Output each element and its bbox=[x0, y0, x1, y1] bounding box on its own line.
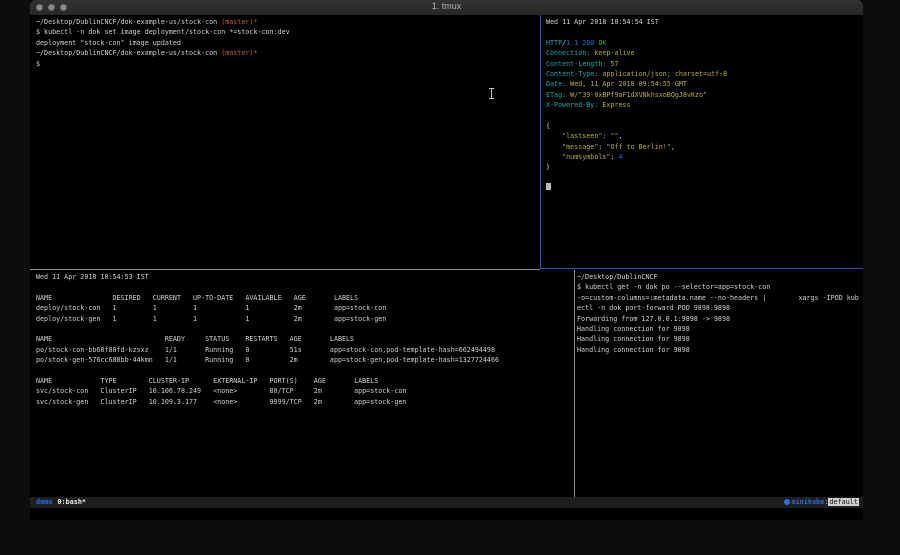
terminal-window: 1. tmux ~/Desktop/DublinCNCF/dok-example… bbox=[30, 0, 863, 520]
terminal-line: Handling connection for 9898 bbox=[577, 324, 863, 334]
pane-bottom-right-port-forward[interactable]: ~/Desktop/DublinCNCF$ kubectl get -n dok… bbox=[575, 272, 863, 355]
terminal-line: Connection: keep-alive bbox=[546, 48, 864, 58]
terminal-line: NAME TYPE CLUSTER-IP EXTERNAL-IP PORT(S)… bbox=[36, 376, 576, 386]
terminal-line: $ kubectl -n dok set image deployment/st… bbox=[36, 27, 545, 37]
terminal-line: Wed 11 Apr 2018 10:54:54 IST bbox=[546, 17, 864, 27]
terminal-line: Date: Wed, 11 Apr 2018 09:54:55 GMT bbox=[546, 79, 864, 89]
terminal-line: Content-Length: 57 bbox=[546, 59, 864, 69]
window-titlebar[interactable]: 1. tmux bbox=[30, 0, 863, 16]
terminal-line: NAME READY STATUS RESTARTS AGE LABELS bbox=[36, 334, 576, 344]
tmux-session: ~/Desktop/DublinCNCF/dok-example-us/stoc… bbox=[30, 15, 863, 520]
terminal-line: "lastseen": "", bbox=[546, 131, 864, 141]
terminal-line bbox=[546, 27, 864, 37]
terminal-line: po/stock-gen-576cc688bb-44kmn 1/1 Runnin… bbox=[36, 355, 576, 365]
pane-divider-vertical-bottom[interactable] bbox=[574, 270, 575, 497]
terminal-line: $ kubectl get -n dok po --selector=app=s… bbox=[577, 282, 863, 292]
pane-divider-horizontal-left[interactable] bbox=[30, 269, 540, 270]
terminal-line: ~/Desktop/DublinCNCF bbox=[577, 272, 863, 282]
tmux-status-bar: demo0:bash* minikube:default bbox=[30, 497, 863, 508]
terminal-line: deploy/stock-gen 1 1 1 1 2m app=stock-ge… bbox=[36, 314, 576, 324]
terminal-line: NAME DESIRED CURRENT UP-TO-DATE AVAILABL… bbox=[36, 293, 576, 303]
terminal-line: svc/stock-con ClusterIP 10.106.78.249 <n… bbox=[36, 386, 576, 396]
session-name[interactable]: demo bbox=[36, 498, 52, 506]
terminal-line bbox=[36, 366, 576, 376]
terminal-line: po/stock-con-bb68f88fd-kzsxz 1/1 Running… bbox=[36, 345, 576, 355]
pane-top-left-shell[interactable]: ~/Desktop/DublinCNCF/dok-example-us/stoc… bbox=[30, 17, 545, 69]
terminal-line: deployment "stock-con" image updated bbox=[36, 38, 545, 48]
pane-divider-horizontal-right[interactable] bbox=[540, 268, 863, 269]
desktop: 1. tmux ~/Desktop/DublinCNCF/dok-example… bbox=[0, 0, 900, 555]
terminal-line: X-Powered-By: Express bbox=[546, 100, 864, 110]
terminal-line: { bbox=[546, 121, 864, 131]
terminal-line: Wed 11 Apr 2018 10:54:53 IST bbox=[36, 272, 576, 282]
terminal-line: -o=custom-columns=:metadata.name --no-he… bbox=[577, 293, 863, 303]
kube-namespace: default bbox=[828, 498, 859, 506]
terminal-line: "message": "Off to Berlin!", bbox=[546, 142, 864, 152]
window-title: 1. tmux bbox=[30, 1, 863, 11]
terminal-line: ~/Desktop/DublinCNCF/dok-example-us/stoc… bbox=[36, 48, 545, 58]
terminal-line: HTTP/1.1 200 OK bbox=[546, 38, 864, 48]
terminal-line: Forwarding from 127.0.0.1:9898 -> 9898 bbox=[577, 314, 863, 324]
kube-context: minikube bbox=[792, 498, 825, 506]
pane-divider-vertical-top[interactable] bbox=[540, 15, 541, 269]
terminal-line: ~/Desktop/DublinCNCF/dok-example-us/stoc… bbox=[36, 17, 545, 27]
terminal-line: ectl -n dok port-forward POD 9898:9898 bbox=[577, 303, 863, 313]
terminal-line: } bbox=[546, 162, 864, 172]
pane-top-right-http-response[interactable]: Wed 11 Apr 2018 10:54:54 IST HTTP/1.1 20… bbox=[541, 17, 864, 194]
terminal-line: Handling connection for 9898 bbox=[577, 334, 863, 344]
terminal-line bbox=[36, 324, 576, 334]
pane-bottom-left-kubectl-watch[interactable]: Wed 11 Apr 2018 10:54:53 IST NAME DESIRE… bbox=[30, 272, 576, 407]
mouse-cursor-ibeam bbox=[488, 88, 495, 99]
terminal-line: "numsymbols": 4 bbox=[546, 152, 864, 162]
terminal-line: ETag: W/"39-0xBPf9aF1dXVNkhsxoBQgJ8vKzo" bbox=[546, 90, 864, 100]
terminal-line: $ bbox=[36, 59, 545, 69]
terminal-line bbox=[546, 111, 864, 121]
terminal-line bbox=[36, 282, 576, 292]
window-tab-bash[interactable]: 0:bash* bbox=[57, 498, 86, 506]
terminal-line bbox=[546, 173, 864, 183]
terminal-line: Handling connection for 9898 bbox=[577, 345, 863, 355]
terminal-line: deploy/stock-con 1 1 1 1 2m app=stock-co… bbox=[36, 303, 576, 313]
terminal-line: Content-Type: application/json; charset=… bbox=[546, 69, 864, 79]
terminal-line bbox=[546, 183, 864, 193]
terminal-line: svc/stock-gen ClusterIP 10.109.3.177 <no… bbox=[36, 397, 576, 407]
kubernetes-icon bbox=[784, 499, 790, 505]
